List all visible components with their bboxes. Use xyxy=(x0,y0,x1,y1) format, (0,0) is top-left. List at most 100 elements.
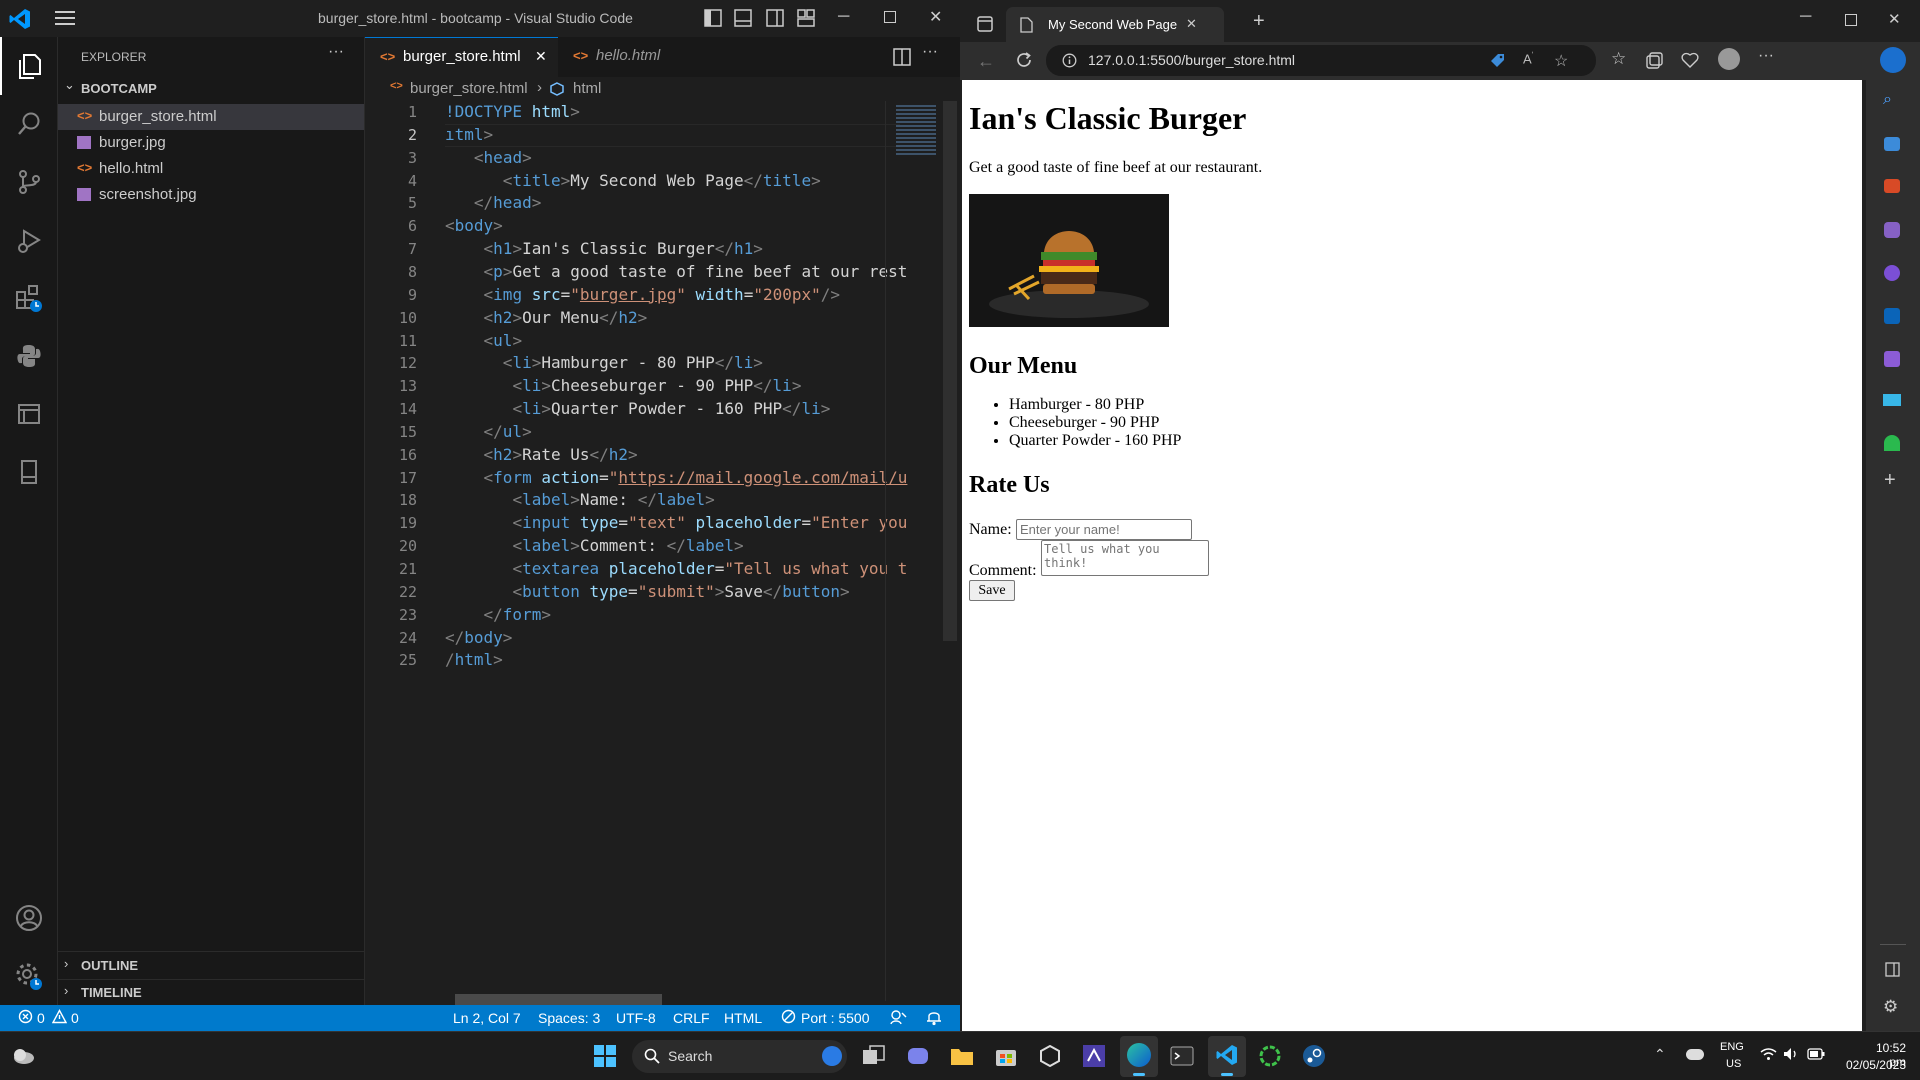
new-tab-icon[interactable]: + xyxy=(1253,10,1265,33)
tab-burger-store[interactable]: <> burger_store.html ✕ xyxy=(365,37,558,77)
search-icon[interactable] xyxy=(0,95,58,153)
menu-icon[interactable] xyxy=(55,10,75,26)
split-editor-icon[interactable] xyxy=(893,48,911,66)
collections-icon[interactable] xyxy=(1646,52,1663,69)
live-server-port[interactable]: Port : 5500 xyxy=(801,1010,870,1026)
breadcrumb-node[interactable]: html xyxy=(573,80,601,97)
vscode-taskbar-button[interactable] xyxy=(1208,1036,1246,1077)
save-button[interactable]: Save xyxy=(969,580,1015,601)
horizontal-scrollbar[interactable] xyxy=(455,994,662,1005)
breadcrumb-file[interactable]: burger_store.html xyxy=(410,80,528,97)
more-actions-icon[interactable]: ··· xyxy=(328,43,344,61)
vertical-scrollbar[interactable] xyxy=(943,101,957,641)
minimap[interactable] xyxy=(885,101,960,1001)
spotify-ring-icon[interactable] xyxy=(1255,1041,1285,1071)
warning-count[interactable]: 0 xyxy=(71,1010,79,1026)
error-count[interactable]: 0 xyxy=(37,1010,45,1026)
sidebar-add-icon[interactable]: + xyxy=(1884,469,1896,492)
bing-chat-icon[interactable] xyxy=(1880,47,1906,73)
tab-close-icon[interactable]: ✕ xyxy=(1186,16,1197,32)
site-info-icon[interactable] xyxy=(1062,53,1077,68)
hide-sidebar-icon[interactable] xyxy=(1885,962,1900,977)
accounts-icon[interactable] xyxy=(0,889,58,947)
refresh-icon[interactable] xyxy=(1015,51,1033,69)
battery-icon[interactable] xyxy=(1807,1048,1825,1060)
show-hidden-icons-chevron-icon[interactable]: ⌃ xyxy=(1654,1046,1666,1063)
sidebar-m365-icon[interactable] xyxy=(1884,265,1900,281)
steam-icon[interactable] xyxy=(1299,1041,1329,1071)
microsoft-store-icon[interactable] xyxy=(991,1041,1021,1071)
coupon-tag-icon[interactable] xyxy=(1489,52,1506,69)
region-indicator[interactable]: US xyxy=(1726,1058,1741,1070)
sidebar-outlook-icon[interactable] xyxy=(1884,308,1900,324)
indentation[interactable]: Spaces: 3 xyxy=(538,1010,600,1026)
editor-more-icon[interactable]: ··· xyxy=(922,43,938,61)
close-icon[interactable]: ✕ xyxy=(1888,10,1901,28)
feedback-icon[interactable] xyxy=(890,1009,907,1026)
toggle-sidebar-icon[interactable] xyxy=(704,9,722,27)
sidebar-games-icon[interactable] xyxy=(1884,222,1900,238)
tab-hello[interactable]: <> hello.html xyxy=(558,37,708,77)
terminal-icon[interactable] xyxy=(1167,1041,1197,1071)
file-item-burger-store[interactable]: <> burger_store.html xyxy=(58,104,364,130)
outline-section[interactable]: › OUTLINE xyxy=(58,954,364,978)
explorer-icon[interactable] xyxy=(0,37,58,95)
file-item-hello[interactable]: <> hello.html xyxy=(58,156,364,182)
file-explorer-icon[interactable] xyxy=(947,1041,977,1071)
line-ending[interactable]: CRLF xyxy=(673,1010,710,1026)
python-icon[interactable] xyxy=(0,327,58,385)
language-indicator[interactable]: ENG xyxy=(1720,1041,1744,1053)
toggle-panel-icon[interactable] xyxy=(734,9,752,27)
maximize-icon[interactable] xyxy=(884,11,896,23)
onedrive-icon[interactable] xyxy=(1686,1049,1704,1060)
file-item-screenshot[interactable]: screenshot.jpg xyxy=(58,182,364,208)
unity-hub-icon[interactable] xyxy=(1035,1041,1065,1071)
read-aloud-icon[interactable]: Aʼ xyxy=(1523,51,1533,66)
source-control-icon[interactable] xyxy=(0,153,58,211)
wifi-icon[interactable] xyxy=(1760,1047,1777,1061)
sidebar-tree-icon[interactable] xyxy=(1884,435,1900,451)
cursor-position[interactable]: Ln 2, Col 7 xyxy=(453,1010,521,1026)
sidebar-shopping-icon[interactable] xyxy=(1884,137,1900,151)
maximize-icon[interactable] xyxy=(1845,14,1857,26)
extensions-icon[interactable] xyxy=(0,269,58,327)
sidebar-settings-gear-icon[interactable]: ⚙ xyxy=(1883,997,1898,1017)
name-input[interactable] xyxy=(1016,519,1192,540)
error-icon[interactable] xyxy=(18,1009,33,1024)
address-bar[interactable]: 127.0.0.1:5500/burger_store.html Aʼ ☆ xyxy=(1046,45,1596,76)
file-item-burger-jpg[interactable]: burger.jpg xyxy=(58,130,364,156)
folder-header[interactable]: ⌄ BOOTCAMP xyxy=(58,77,365,99)
browser-essentials-icon[interactable] xyxy=(1681,51,1699,68)
language-mode[interactable]: HTML xyxy=(724,1010,762,1026)
minimize-icon[interactable]: ─ xyxy=(838,8,849,26)
teams-chat-icon[interactable] xyxy=(903,1041,933,1071)
taskbar-search-box[interactable]: Search xyxy=(632,1040,847,1073)
close-icon[interactable]: ✕ xyxy=(929,7,942,27)
start-windows-icon[interactable] xyxy=(590,1041,620,1071)
code-view[interactable]: 1 2 3 4 5 6 7 8 9 10 11 12 13 14 15 16 17 18 19 20 21 22 23 24 2… xyxy=(365,101,955,1001)
tab-actions-icon[interactable] xyxy=(977,16,993,32)
visual-studio-icon[interactable] xyxy=(1079,1041,1109,1071)
sidebar-tools-icon[interactable] xyxy=(1884,179,1900,193)
back-icon[interactable]: ← xyxy=(977,51,995,72)
browser-tab[interactable]: My Second Web Page ✕ xyxy=(1006,7,1224,42)
encoding[interactable]: UTF-8 xyxy=(616,1010,656,1026)
run-debug-icon[interactable] xyxy=(0,211,58,269)
settings-more-icon[interactable]: ··· xyxy=(1758,47,1774,65)
url-text[interactable]: 127.0.0.1:5500/burger_store.html xyxy=(1088,52,1295,68)
device-icon[interactable] xyxy=(0,443,58,501)
profile-avatar[interactable] xyxy=(1718,48,1740,70)
clock-date[interactable]: 02/05/2023 xyxy=(1842,1058,1906,1072)
timeline-section[interactable]: › TIMELINE xyxy=(58,981,364,1005)
tab-close-icon[interactable]: ✕ xyxy=(535,48,547,65)
comment-textarea[interactable] xyxy=(1041,540,1209,576)
manage-gear-icon[interactable] xyxy=(0,947,58,1005)
add-favorite-icon[interactable]: ☆ xyxy=(1554,51,1568,71)
sidebar-search-icon[interactable]: ⌕ xyxy=(1883,91,1892,109)
toggle-secondary-sidebar-icon[interactable] xyxy=(766,9,784,27)
minimize-icon[interactable]: ─ xyxy=(1800,8,1811,26)
widgets-weather-icon[interactable] xyxy=(8,1041,38,1071)
customize-layout-icon[interactable] xyxy=(797,9,815,27)
remote-explorer-icon[interactable] xyxy=(0,385,58,443)
task-view-icon[interactable] xyxy=(859,1041,889,1071)
